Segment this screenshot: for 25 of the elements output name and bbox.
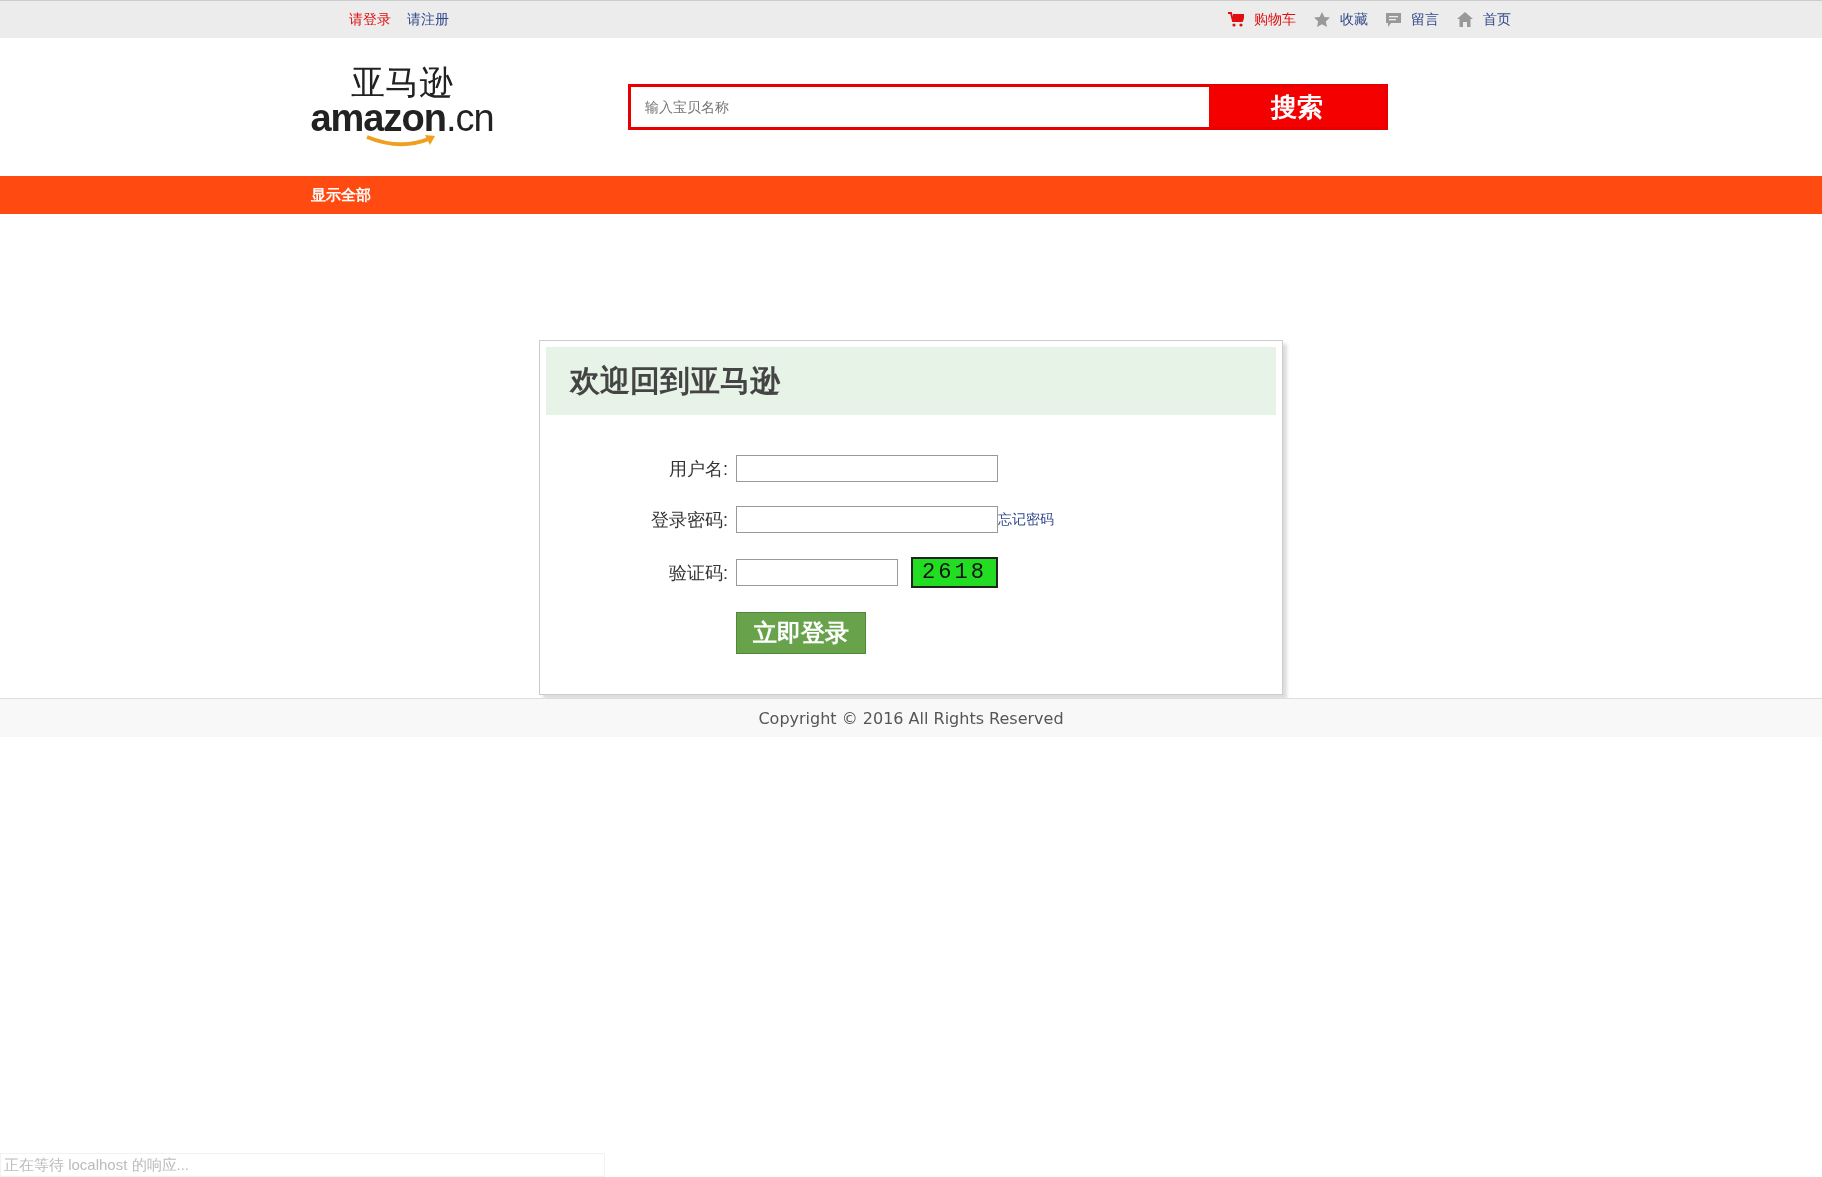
logo-chinese-text: 亚马逊 bbox=[351, 65, 453, 99]
comment-icon bbox=[1386, 12, 1401, 27]
login-title: 欢迎回到亚马逊 bbox=[546, 347, 1276, 415]
home-icon bbox=[1457, 12, 1473, 27]
captcha-field[interactable] bbox=[736, 559, 898, 586]
status-text: 正在等待 localhost 的响应... bbox=[4, 1155, 190, 1175]
field-label: 登录密码: bbox=[650, 508, 728, 532]
logo-wordmark: amazon.cn bbox=[310, 99, 494, 137]
captcha-image[interactable]: 2618 bbox=[911, 557, 998, 588]
star-icon bbox=[1314, 12, 1330, 27]
field-label: 用户名: bbox=[668, 457, 728, 481]
top-link[interactable]: 首页 bbox=[1483, 10, 1511, 29]
search-field[interactable]: 输入宝贝名称 bbox=[631, 87, 1209, 127]
forgot-password-link[interactable]: 忘记密码 bbox=[998, 510, 1054, 529]
field-label: 验证码: bbox=[668, 561, 728, 585]
top-link[interactable]: 购物车 bbox=[1254, 10, 1296, 29]
username-field[interactable] bbox=[736, 455, 998, 482]
top-link[interactable]: 请登录 bbox=[349, 10, 391, 29]
cart-icon bbox=[1228, 12, 1244, 27]
password-field[interactable] bbox=[736, 506, 998, 533]
top-link[interactable]: 收藏 bbox=[1340, 10, 1368, 29]
top-link[interactable]: 留言 bbox=[1411, 10, 1439, 29]
search-button[interactable]: 搜索 bbox=[1209, 87, 1385, 127]
top-link[interactable]: 请注册 bbox=[407, 10, 449, 29]
copyright-text: Copyright © 2016 All Rights Reserved bbox=[758, 708, 1064, 728]
